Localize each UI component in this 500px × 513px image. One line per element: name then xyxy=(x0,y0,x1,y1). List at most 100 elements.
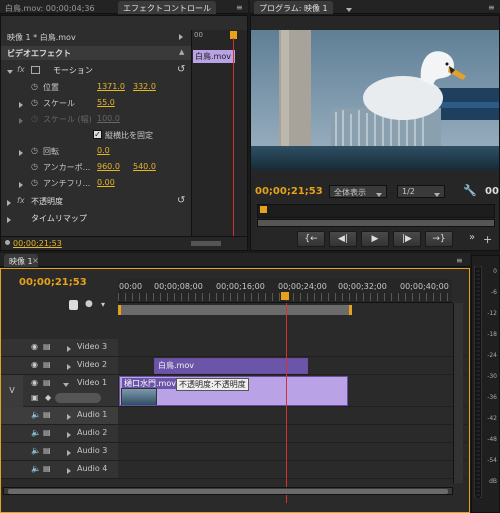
stopwatch-icon[interactable]: ◷ xyxy=(31,146,38,155)
step-back-button[interactable]: ◀| xyxy=(329,231,357,247)
timeline-timecode[interactable]: 00;00;21;53 xyxy=(19,277,87,288)
antiflicker-label: アンチフリ... xyxy=(43,179,91,188)
timeline-ruler[interactable]: 00:00 00;00;08;00 00;00;16;00 00;00;24;0… xyxy=(118,279,452,303)
ruler-tick-label: 00;00;16;00 xyxy=(216,282,265,291)
track-label: Audio 4 xyxy=(77,464,108,473)
ruler-playhead-icon[interactable] xyxy=(281,292,289,300)
scroll-up-icon[interactable]: ▲ xyxy=(179,48,184,56)
clip-video2[interactable]: 白鳥.mov xyxy=(154,358,308,374)
audio-wave-icon[interactable]: ▤ xyxy=(43,464,51,473)
speaker-icon[interactable]: 🔈 xyxy=(31,428,41,437)
reset-opacity-icon[interactable]: ↺ xyxy=(177,195,185,206)
panel-menu-icon[interactable]: ≡ xyxy=(236,3,243,12)
close-tab-icon[interactable]: × xyxy=(32,256,39,265)
collapse-arrow-icon[interactable] xyxy=(179,32,183,41)
tab-program[interactable]: プログラム: 映像 1 xyxy=(254,1,333,14)
program-scrubber[interactable] xyxy=(257,204,495,218)
meter-label: 0 xyxy=(493,268,497,275)
mini-timeline: 00 白鳥.mov xyxy=(191,30,247,242)
expand-scale-icon[interactable] xyxy=(19,100,23,109)
expand-rotation-icon[interactable] xyxy=(19,148,23,157)
eye-icon[interactable]: ◉ xyxy=(31,378,38,387)
uniform-scale-checkbox[interactable]: ✓ xyxy=(93,130,102,139)
mini-clip[interactable]: 白鳥.mov xyxy=(193,50,235,63)
play-button[interactable]: ▶ xyxy=(361,231,389,247)
scale-value[interactable]: 55.0 xyxy=(97,98,115,107)
tab-effect-controls[interactable]: エフェクトコントロール xyxy=(118,1,216,14)
speaker-icon[interactable]: 🔈 xyxy=(31,464,41,473)
eye-icon[interactable]: ◉ xyxy=(31,360,38,369)
film-icon[interactable]: ▤ xyxy=(43,360,51,369)
expand-track-icon[interactable] xyxy=(67,430,71,439)
eye-icon[interactable]: ◉ xyxy=(31,342,38,351)
add-marker-icon[interactable]: ▾ xyxy=(101,300,105,309)
speaker-icon[interactable]: 🔈 xyxy=(31,446,41,455)
rotation-value[interactable]: 0.0 xyxy=(97,146,110,155)
film-icon[interactable]: ▤ xyxy=(43,342,51,351)
expand-track-icon[interactable] xyxy=(67,344,71,353)
expand-opacity-icon[interactable] xyxy=(7,198,11,207)
expand-track-icon[interactable] xyxy=(67,448,71,457)
display-style-icon[interactable]: ▣ xyxy=(31,393,39,402)
fit-dropdown[interactable]: 全体表示 xyxy=(329,185,387,198)
step-forward-button[interactable]: |▶ xyxy=(393,231,421,247)
program-timecode[interactable]: 00;00;21;53 xyxy=(255,186,323,197)
opacity-label: 不透明度 xyxy=(31,197,63,206)
stopwatch-icon[interactable]: ◷ xyxy=(31,82,38,91)
snap-icon[interactable] xyxy=(69,300,78,310)
audio-wave-icon[interactable]: ▤ xyxy=(43,446,51,455)
tab-source[interactable]: 白鳥.mov: 00;00;04;36 xyxy=(0,1,100,14)
stopwatch-icon[interactable]: ◷ xyxy=(31,162,38,171)
marker-icon[interactable]: ● xyxy=(85,299,93,309)
motion-row[interactable]: fx モーション ↺ xyxy=(1,63,191,79)
time-remap-row[interactable]: タイムリマップ xyxy=(1,211,191,227)
expand-track-icon[interactable] xyxy=(67,362,71,371)
audio-wave-icon[interactable]: ▤ xyxy=(43,410,51,419)
resolution-dropdown[interactable]: 1/2 xyxy=(397,185,445,198)
go-to-in-button[interactable]: {← xyxy=(297,231,325,247)
v-target-label[interactable]: V xyxy=(1,375,23,407)
clip-video1-opacity-dropdown[interactable]: 不透明度:不透明度 xyxy=(176,378,249,391)
speaker-icon[interactable]: 🔈 xyxy=(31,410,41,419)
expand-track-icon[interactable] xyxy=(67,412,71,421)
panel-menu-icon[interactable]: ≡ xyxy=(456,256,463,265)
expand-time-remap-icon[interactable] xyxy=(7,215,11,224)
stopwatch-icon[interactable]: ◷ xyxy=(31,178,38,187)
program-zoom-bar[interactable] xyxy=(257,219,495,227)
scale-width-label: スケール (幅) xyxy=(43,115,92,124)
expand-track-icon[interactable] xyxy=(67,466,71,475)
clip-video1[interactable]: 樋口水門.mov 不透明度:不透明度 xyxy=(119,376,348,406)
time-remap-label: タイムリマップ xyxy=(31,214,87,223)
expand-motion-icon[interactable] xyxy=(7,67,13,76)
scrollbar-thumb[interactable] xyxy=(8,489,448,494)
expand-track-icon[interactable] xyxy=(63,380,69,389)
more-controls-icon[interactable]: » xyxy=(469,232,475,243)
scrubber-playhead-icon[interactable] xyxy=(260,206,267,213)
anchor-y-value[interactable]: 540.0 xyxy=(133,162,156,171)
keyframe-nav[interactable] xyxy=(55,393,101,403)
opacity-row[interactable]: fx 不透明度 ↺ xyxy=(1,194,191,210)
work-area-bar[interactable] xyxy=(118,305,352,315)
antiflicker-value[interactable]: 0.00 xyxy=(97,178,115,187)
anchor-x-value[interactable]: 960.0 xyxy=(97,162,120,171)
panel-menu-icon[interactable]: ≡ xyxy=(488,3,495,12)
footer-timecode[interactable]: 00;00;21;53 xyxy=(13,239,62,248)
wrench-icon[interactable]: 🔧 xyxy=(463,184,477,197)
program-tab-dropdown-icon[interactable] xyxy=(346,5,352,14)
timeline-scrollbar[interactable] xyxy=(3,487,453,495)
go-to-out-button[interactable]: →} xyxy=(425,231,453,247)
position-y-value[interactable]: 332.0 xyxy=(133,82,156,91)
add-button-icon[interactable]: + xyxy=(483,233,492,246)
audio-wave-icon[interactable]: ▤ xyxy=(43,428,51,437)
stopwatch-icon[interactable]: ◷ xyxy=(31,98,38,107)
footer-scroll-bar[interactable] xyxy=(191,241,221,246)
film-icon[interactable]: ▤ xyxy=(43,378,51,387)
position-x-value[interactable]: 1371.0 xyxy=(97,82,125,91)
transform-icon[interactable] xyxy=(31,66,40,74)
timeline-playhead-line[interactable] xyxy=(286,303,287,503)
expand-scale-width-icon[interactable] xyxy=(19,116,23,125)
expand-antiflicker-icon[interactable] xyxy=(19,180,23,189)
keyframe-icon[interactable]: ◆ xyxy=(45,393,51,402)
reset-motion-icon[interactable]: ↺ xyxy=(177,64,185,75)
vertical-scrollbar[interactable] xyxy=(453,303,463,483)
